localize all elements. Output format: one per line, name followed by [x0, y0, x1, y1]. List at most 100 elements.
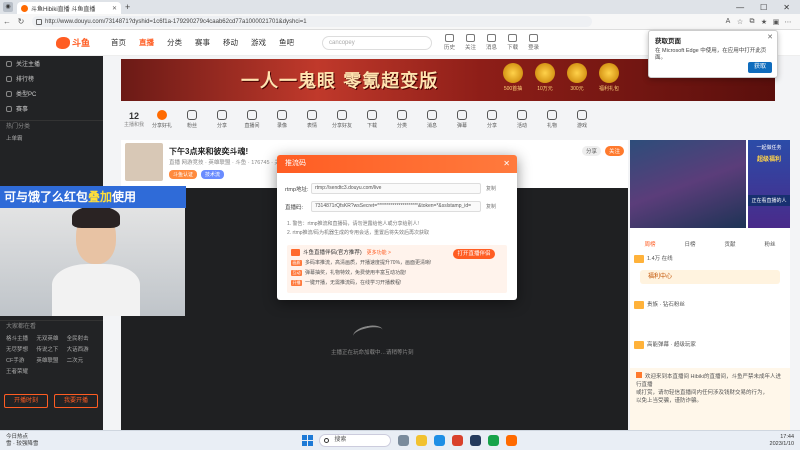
category-item[interactable]: 下载: [357, 109, 387, 129]
category-item[interactable]: 消息: [417, 109, 447, 129]
office-icon[interactable]: [452, 435, 464, 446]
message-button[interactable]: 消息: [486, 34, 497, 51]
popup-close-icon[interactable]: ✕: [767, 33, 773, 41]
category-item[interactable]: 弹幕: [447, 109, 477, 129]
task-view-icon[interactable]: [398, 435, 410, 446]
anchor-count[interactable]: 12 主播和我: [121, 111, 147, 128]
window-close-button[interactable]: ✕: [783, 3, 790, 12]
watching-category[interactable]: 无双英雄: [36, 334, 66, 342]
tab-fans[interactable]: 粉丝: [764, 240, 775, 248]
banner-reward: 福利礼包: [597, 63, 621, 92]
tab-contribution[interactable]: 贡献: [724, 240, 735, 248]
dialog-close-icon[interactable]: ✕: [503, 155, 510, 173]
site-info-icon[interactable]: [36, 18, 42, 25]
game-side-panel[interactable]: 一起做任务 超级福利 正在看直播的人: [748, 140, 790, 228]
sidebar-item-rank[interactable]: 排行榜: [0, 71, 103, 86]
rtmp-address-field[interactable]: rtmp://sendtc3.douyu.com/live: [311, 183, 481, 194]
browser-tab[interactable]: 斗鱼Hibiki直播 斗鱼直播 ✕: [17, 2, 121, 14]
tab-daily[interactable]: 日榜: [684, 240, 695, 248]
broadcast-time-button[interactable]: 开播时刻: [4, 394, 48, 408]
watching-category[interactable]: 大话西游: [67, 345, 97, 353]
back-button[interactable]: ←: [0, 17, 14, 26]
sidebar-item-follow[interactable]: 关注主播: [0, 56, 103, 71]
new-tab-button[interactable]: +: [125, 2, 130, 12]
copy-stream-code-button[interactable]: 复制: [486, 203, 496, 210]
category-item[interactable]: 分享好礼: [147, 109, 177, 129]
watching-category[interactable]: 传说之下: [36, 345, 66, 353]
stream-code-field[interactable]: 7314871rQfsKR?wsSecret=*****************…: [311, 201, 481, 212]
download-button[interactable]: 下载: [507, 34, 518, 51]
favorite-star-icon[interactable]: ☆: [734, 18, 746, 26]
douyu-logo[interactable]: 斗鱼: [56, 36, 90, 49]
watching-category[interactable]: 全民射击: [67, 334, 97, 342]
extensions-icon[interactable]: ⧉: [746, 18, 758, 26]
follow-button[interactable]: 关注: [465, 34, 476, 51]
tab-weekly[interactable]: 周榜: [644, 240, 655, 248]
douyu-app-icon[interactable]: [506, 435, 518, 446]
stream-tag[interactable]: 斗鱼认证: [169, 170, 198, 179]
category-label: 消息: [426, 122, 437, 129]
open-companion-button[interactable]: 打开直播伴侣: [453, 249, 495, 259]
site-search-input[interactable]: cancopey: [322, 35, 433, 50]
nav-home[interactable]: 首页: [111, 37, 126, 48]
webcam-feed: [0, 198, 185, 316]
collections-icon[interactable]: ▣: [770, 18, 782, 26]
file-explorer-icon[interactable]: [416, 435, 428, 446]
watching-category[interactable]: 无尽梦想: [6, 345, 36, 353]
read-aloud-icon[interactable]: A: [722, 18, 734, 26]
tab-close-icon[interactable]: ✕: [112, 5, 117, 12]
edge-icon[interactable]: [434, 435, 446, 446]
category-item[interactable]: 粉丝: [177, 109, 207, 129]
weather-widget[interactable]: 今日热点 雪 · 较强降雪: [6, 434, 38, 448]
menu-icon[interactable]: ⋯: [782, 18, 794, 26]
streamer-avatar[interactable]: [125, 143, 163, 181]
watching-category[interactable]: 二次元: [67, 356, 97, 364]
minimize-button[interactable]: —: [736, 3, 744, 12]
popup-get-button[interactable]: 获取: [748, 62, 772, 73]
category-item[interactable]: 分享: [477, 109, 507, 129]
url-field[interactable]: http://www.douyu.com/7314871?dyshid=1c6f…: [32, 16, 592, 27]
stream-tag[interactable]: 技术流: [201, 170, 225, 179]
watching-category[interactable]: CF手游: [6, 356, 36, 364]
promo-more-link[interactable]: 更多功能 >: [367, 249, 391, 256]
history-button[interactable]: 历史: [444, 34, 455, 51]
nav-mobile[interactable]: 移动: [223, 37, 238, 48]
sidebar-item-events[interactable]: 赛事: [0, 101, 103, 116]
steam-icon[interactable]: [470, 435, 482, 446]
activity-banner[interactable]: 福利中心: [640, 270, 780, 284]
system-clock[interactable]: 17:44 2023/1/10: [770, 434, 794, 448]
category-item[interactable]: 分享好友: [327, 109, 357, 129]
nav-games[interactable]: 游戏: [251, 37, 266, 48]
category-item[interactable]: 直播间: [237, 109, 267, 129]
rank-row: 高能弹幕 · 超级玩家: [634, 340, 786, 349]
watching-category[interactable]: 王者荣耀: [6, 367, 36, 375]
category-item[interactable]: 录像: [267, 109, 297, 129]
windows-start-icon[interactable]: [302, 435, 314, 446]
sidebar-item-pc[interactable]: 类型PC: [0, 86, 103, 101]
nav-live[interactable]: 直播: [139, 37, 154, 48]
nav-yuba[interactable]: 鱼吧: [279, 37, 294, 48]
hot-category[interactable]: 上单霸: [6, 134, 36, 142]
watching-category[interactable]: 英雄联盟: [36, 356, 66, 364]
taskbar-search-input[interactable]: 搜索: [319, 434, 392, 447]
category-item[interactable]: 表情: [297, 109, 327, 129]
reload-button[interactable]: ↻: [14, 17, 28, 26]
category-item[interactable]: 分享: [207, 109, 237, 129]
category-item[interactable]: 活动: [507, 109, 537, 129]
follow-streamer-button[interactable]: 关注: [604, 146, 624, 156]
share-button[interactable]: 分享: [581, 146, 601, 156]
maximize-button[interactable]: ☐: [760, 3, 767, 12]
watching-category[interactable]: 格斗主播: [6, 334, 36, 342]
copy-rtmp-button[interactable]: 复制: [486, 185, 496, 192]
category-item[interactable]: 游戏: [567, 109, 597, 129]
login-button[interactable]: 登录: [528, 34, 539, 51]
profile-icon[interactable]: ◉: [3, 2, 13, 12]
category-item[interactable]: 分类: [387, 109, 417, 129]
favorites-icon[interactable]: ★: [758, 18, 770, 26]
chrome-icon[interactable]: [488, 435, 500, 446]
category-item[interactable]: 礼物: [537, 109, 567, 129]
nav-events[interactable]: 赛事: [195, 37, 210, 48]
start-broadcast-button[interactable]: 我要开播: [54, 394, 98, 408]
game-thumbnail[interactable]: [630, 140, 746, 228]
nav-category[interactable]: 分类: [167, 37, 182, 48]
